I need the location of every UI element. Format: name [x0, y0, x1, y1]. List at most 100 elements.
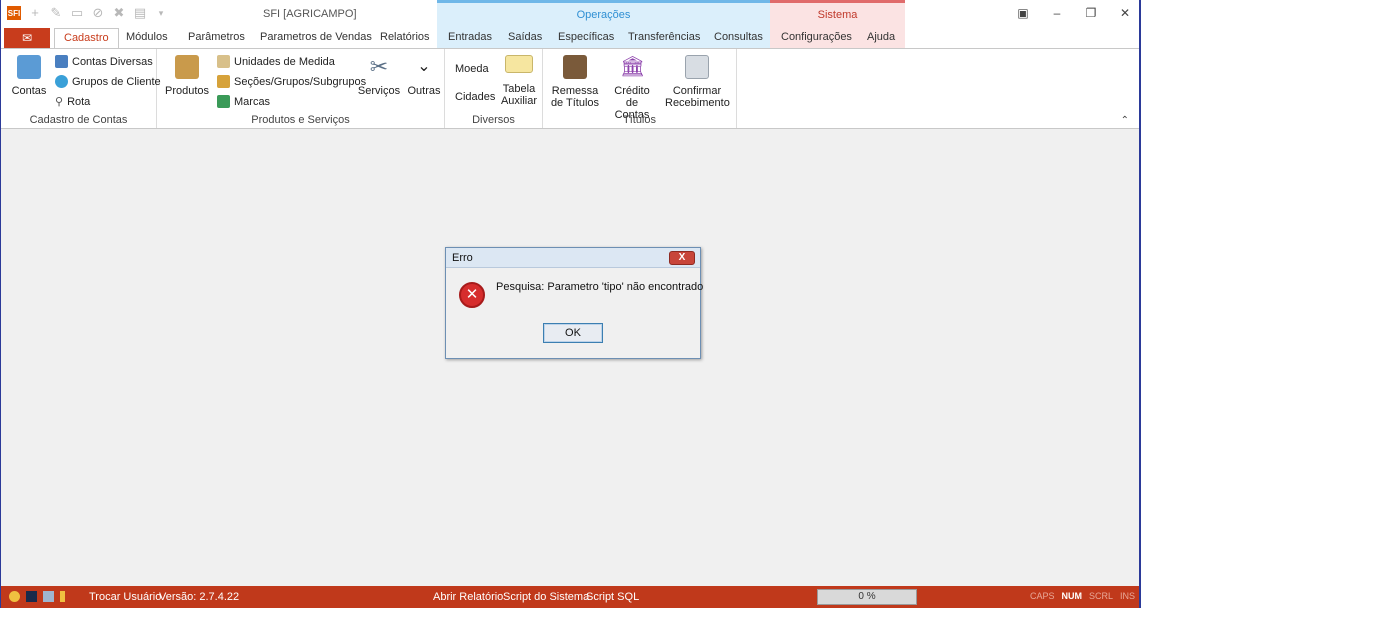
window-controls: ▣ – ❐ ✕ [1017, 6, 1131, 20]
tab-consultas[interactable]: Consultas [714, 31, 763, 43]
group-produtos-servicos-label: Produtos e Serviços [251, 114, 350, 126]
key-icon[interactable] [60, 591, 65, 602]
group-diversos-label: Diversos [472, 114, 515, 126]
progress-bar: 0 % [817, 589, 917, 605]
cancel-icon[interactable]: ⊘ [91, 6, 105, 20]
app-logo[interactable]: SFI [7, 6, 21, 20]
boxes-icon [217, 75, 230, 88]
group-titulos: Remessa de Títulos 🏛 Crédito de Contas C… [543, 49, 737, 128]
tab-ajuda[interactable]: Ajuda [867, 31, 895, 43]
tab-entradas[interactable]: Entradas [448, 31, 492, 43]
customize-icon[interactable]: ▾ [154, 6, 168, 20]
restore-icon[interactable]: ❐ [1085, 6, 1097, 20]
ruler-icon [217, 55, 230, 68]
produtos-label: Produtos [165, 85, 210, 97]
minimize-icon[interactable]: – [1051, 6, 1063, 20]
tab-modulos[interactable]: Módulos [126, 31, 168, 43]
confirmar-button[interactable]: Confirmar Recebimento [665, 53, 730, 109]
moeda-label: Moeda [455, 63, 489, 75]
ok-button[interactable]: OK [543, 323, 603, 343]
save-icon[interactable]: ▭ [70, 6, 84, 20]
ribbon-panel: Contas Contas Diversas Grupos de Cliente… [1, 48, 1139, 129]
remessa-line1: Remessa [551, 85, 599, 97]
ribbon-display-icon[interactable]: ▣ [1017, 6, 1029, 20]
ribbon-tabs: ✉ Cadastro Módulos Parâmetros Parametros… [1, 28, 1139, 49]
outras-label: Outras [407, 85, 441, 97]
delete-icon[interactable]: ✖ [112, 6, 126, 20]
remessa-line2: de Títulos [550, 97, 600, 109]
tabela-line1: Tabela [502, 83, 536, 95]
unidades-button[interactable]: Unidades de Medida [217, 55, 335, 68]
credito-line1: Crédito [614, 85, 650, 97]
tab-transferencias[interactable]: Transferências [628, 31, 700, 43]
status-icons [9, 591, 65, 602]
tab-parametros-vendas[interactable]: Parametros de Vendas [260, 31, 372, 43]
tab-relatorios[interactable]: Relatórios [380, 31, 430, 43]
list-icon [55, 55, 68, 68]
secoes-label: Seções/Grupos/Subgrupos [234, 75, 367, 88]
version-label: Versão: 2.7.4.22 [159, 591, 240, 603]
app-window: SFI + ✎ ▭ ⊘ ✖ ▤ ▾ SFI [AGRICAMPO] Operaç… [0, 0, 1141, 608]
edit-icon[interactable]: ✎ [49, 6, 63, 20]
group-icon [55, 75, 68, 88]
keyboard-indicators: CAPS NUM SCRL INS [1030, 591, 1135, 601]
script-sistema-link[interactable]: Script do Sistema [503, 591, 589, 603]
num-indicator: NUM [1061, 591, 1082, 601]
secoes-button[interactable]: Seções/Grupos/Subgrupos [217, 75, 366, 88]
tab-saidas[interactable]: Saídas [508, 31, 542, 43]
script-sql-link[interactable]: Script SQL [586, 591, 639, 603]
cidades-label: Cidades [455, 91, 496, 103]
contas-icon [17, 55, 41, 79]
dialog-close-button[interactable]: X [669, 251, 695, 265]
confirmar-line2: Recebimento [665, 97, 730, 109]
marcas-button[interactable]: Marcas [217, 95, 270, 108]
add-icon[interactable]: + [28, 6, 42, 20]
servicos-button[interactable]: ✂ Serviços [357, 53, 401, 98]
ins-indicator: INS [1119, 591, 1135, 601]
caps-indicator: CAPS [1029, 591, 1055, 601]
confirmar-line1: Confirmar [672, 85, 722, 97]
tabela-auxiliar-button[interactable]: Tabela Auxiliar [499, 53, 539, 107]
rota-button[interactable]: ⚲ Rota [55, 95, 90, 109]
remessa-button[interactable]: Remessa de Títulos [549, 53, 601, 109]
contas-button[interactable]: Contas [11, 53, 47, 97]
marcas-label: Marcas [234, 95, 271, 108]
dialog-title: Erro [446, 248, 700, 268]
dialog-message: Pesquisa: Parametro 'tipo' não encontrad… [496, 281, 704, 293]
produtos-button[interactable]: Produtos [165, 53, 209, 97]
print-icon[interactable]: ▤ [133, 6, 147, 20]
status-bar: Trocar Usuário Versão: 2.7.4.22 Abrir Re… [1, 586, 1139, 608]
users-icon[interactable] [9, 591, 20, 602]
context-sistema-label: Sistema [817, 9, 858, 21]
collapse-ribbon-icon[interactable]: ⌃ [1121, 115, 1129, 126]
servicos-label: Serviços [357, 85, 401, 97]
calculator-icon[interactable] [43, 591, 54, 602]
tab-cadastro[interactable]: Cadastro [54, 28, 119, 49]
context-operacoes-label: Operações [576, 9, 631, 21]
tab-parametros[interactable]: Parâmetros [188, 31, 245, 43]
mail-button[interactable]: ✉ [4, 28, 50, 48]
close-icon[interactable]: ✕ [1119, 6, 1131, 20]
title-bar: SFI + ✎ ▭ ⊘ ✖ ▤ ▾ SFI [AGRICAMPO] Operaç… [1, 0, 1139, 28]
tabela-line2: Auxiliar [500, 95, 538, 107]
chevron-down-icon: ⌄ [417, 58, 431, 75]
cidades-button[interactable]: Cidades [455, 91, 495, 103]
contas-label: Contas [11, 85, 47, 97]
abrir-relatorio-link[interactable]: Abrir Relatório [433, 591, 503, 603]
credito-button[interactable]: 🏛 Crédito de Contas [607, 53, 657, 121]
brush-icon[interactable] [26, 591, 37, 602]
context-operacoes: Operações [437, 0, 770, 28]
scrl-indicator: SCRL [1088, 591, 1113, 601]
contas-diversas-button[interactable]: Contas Diversas [55, 55, 153, 68]
receipt-icon [685, 55, 709, 79]
contas-diversas-label: Contas Diversas [72, 55, 153, 68]
grupos-cliente-button[interactable]: Grupos de Cliente [55, 75, 161, 88]
outras-button[interactable]: ⌄ Outras [406, 53, 442, 97]
tab-configuracoes[interactable]: Configurações [781, 31, 852, 43]
quick-access-toolbar: SFI + ✎ ▭ ⊘ ✖ ▤ ▾ [7, 6, 168, 20]
error-icon: ✕ [459, 282, 485, 308]
error-dialog: Erro X ✕ Pesquisa: Parametro 'tipo' não … [445, 247, 704, 359]
trocar-usuario-link[interactable]: Trocar Usuário [89, 591, 161, 603]
tab-especificas[interactable]: Específicas [558, 31, 614, 43]
moeda-button[interactable]: Moeda [455, 63, 489, 75]
